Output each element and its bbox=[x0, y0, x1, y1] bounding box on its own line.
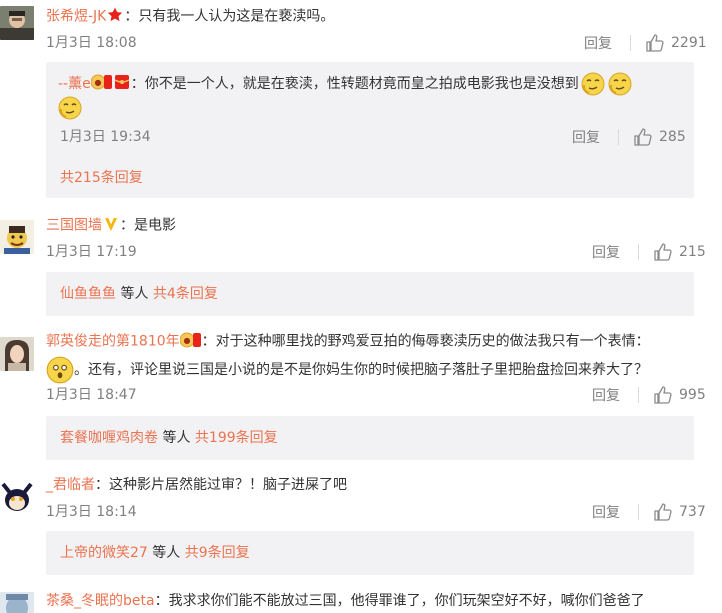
reply-summary-box: 仙鱼鱼鱼 等人 共4条回复 bbox=[46, 272, 694, 316]
etc-label: 等人 bbox=[152, 545, 181, 561]
total-replies-link[interactable]: 共9条回复 bbox=[185, 545, 250, 561]
avatar[interactable] bbox=[0, 480, 34, 514]
comment-body: ：对于这种哪里找的野鸡爱豆拍的侮辱亵渎历史的做法我只有一个表情： bbox=[201, 333, 650, 350]
comment-time: 1月3日 18:47 bbox=[46, 387, 137, 403]
comment-text: 茶桑_冬眠的beta：我求求你们能不能放过三国，他得罪谁了，你们玩架空好不好，喊… bbox=[46, 591, 645, 611]
svg-text:●: ● bbox=[94, 78, 101, 87]
like-button[interactable]: 285 bbox=[633, 127, 686, 147]
reply-button[interactable]: 回复 bbox=[592, 242, 620, 262]
reply-button[interactable]: 回复 bbox=[572, 127, 600, 147]
thumb-up-icon bbox=[653, 242, 673, 262]
username-link[interactable]: 茶桑_冬眠的beta bbox=[46, 593, 155, 609]
avatar[interactable] bbox=[0, 220, 34, 254]
red-packet-icon bbox=[113, 73, 131, 95]
reply-summary: 上帝的微笑27 等人 共9条回复 bbox=[60, 543, 250, 563]
comment-body: ：只有我一人认为这是在亵渎吗。 bbox=[124, 8, 335, 25]
comment-time: 1月3日 17:19 bbox=[46, 244, 137, 260]
thumb-up-icon bbox=[653, 502, 673, 522]
username-link[interactable]: 张希煜-JK bbox=[46, 9, 106, 25]
total-replies-link[interactable]: 共4条回复 bbox=[153, 286, 218, 302]
username-link[interactable]: 三国图墙 bbox=[46, 218, 102, 234]
sub-reply-time: 1月3日 19:34 bbox=[60, 129, 151, 145]
like-count: 737 bbox=[679, 504, 706, 520]
comment-actions: 回复 2291 bbox=[584, 33, 707, 53]
comment-text: 三国图墙 ：是电影 bbox=[46, 215, 176, 236]
reply-button[interactable]: 回复 bbox=[592, 502, 620, 522]
comment-text-line2: 。还有，评论里说三国是小说的是不是你妈生你的时候把脑子落肚子里把胎盘捡回来养大了… bbox=[46, 356, 648, 384]
comment-body: ：是电影 bbox=[120, 217, 176, 234]
comment-time: 1月3日 18:08 bbox=[46, 35, 137, 51]
reply-button[interactable]: 回复 bbox=[584, 33, 612, 53]
smirk-emoji-icon bbox=[581, 72, 605, 96]
etc-label: 等人 bbox=[120, 286, 149, 302]
like-count: 215 bbox=[679, 244, 706, 260]
username-link[interactable]: 郭英俊走的第1810年 bbox=[46, 334, 180, 350]
comment-text: 郭英俊走的第1810年 ● ：对于这种哪里找的野鸡爱豆拍的侮辱亵渎历史的做法我只有一… bbox=[46, 331, 650, 352]
total-replies-link[interactable]: 共215条回复 bbox=[60, 168, 143, 188]
like-count: 285 bbox=[659, 129, 686, 145]
sub-reply-body: ：你不是一个人，就是在亵渎，性转题材竟而皇之拍成电影我也是没想到 bbox=[130, 76, 579, 92]
like-button[interactable]: 737 bbox=[653, 502, 706, 522]
comment-body: 。还有，评论里说三国是小说的是不是你妈生你的时候把脑子落肚子里把胎盘捡回来养大了… bbox=[74, 362, 648, 378]
svg-text:●: ● bbox=[183, 336, 190, 345]
shocked-emoji-icon bbox=[46, 356, 74, 384]
reply-button[interactable]: 回复 bbox=[592, 385, 620, 405]
like-count: 995 bbox=[679, 387, 706, 403]
etc-label: 等人 bbox=[162, 430, 191, 446]
comment-body: ：这种影片居然能过审？！脑子进屎了吧 bbox=[95, 477, 347, 493]
smirk-emoji-icon bbox=[58, 96, 82, 120]
sub-reply-actions: 回复 285 bbox=[572, 127, 686, 147]
reply-summary-box: 套餐咖喱鸡肉卷 等人 共199条回复 bbox=[46, 416, 694, 460]
comment-text: _君临者：这种影片居然能过审？！脑子进屎了吧 bbox=[46, 475, 347, 495]
like-button[interactable]: 215 bbox=[653, 242, 706, 262]
comment-actions: 回复 737 bbox=[592, 502, 706, 522]
comment-time: 1月3日 18:14 bbox=[46, 504, 137, 520]
like-button[interactable]: 995 bbox=[653, 385, 706, 405]
comment-text: 张希煜-JK ：只有我一人认为这是在亵渎吗。 bbox=[46, 6, 334, 27]
sub-reply-text: --薰e ● ：你不是一个人，就是在亵渎，性转题材竟而皇之拍成电影我也是没想到 bbox=[58, 72, 632, 96]
thumb-up-icon bbox=[633, 127, 653, 147]
divider bbox=[638, 244, 639, 260]
total-replies-link[interactable]: 共199条回复 bbox=[195, 430, 278, 446]
divider bbox=[618, 129, 619, 145]
reply-box: --薰e ● ：你不是一个人，就是在亵渎，性转题材竟而皇之拍成电影我也是没想到 1月… bbox=[46, 62, 694, 198]
reply-summary: 仙鱼鱼鱼 等人 共4条回复 bbox=[60, 284, 218, 304]
like-count: 2291 bbox=[671, 35, 707, 51]
fan-badge-icon: ● bbox=[90, 73, 113, 95]
divider bbox=[638, 387, 639, 403]
fan-badge-icon: ● bbox=[179, 331, 202, 352]
comment-actions: 回复 215 bbox=[592, 242, 706, 262]
username-link[interactable]: _君临者 bbox=[46, 477, 95, 493]
avatar[interactable] bbox=[0, 6, 34, 40]
username-link[interactable]: --薰e bbox=[58, 76, 91, 92]
username-link[interactable]: 仙鱼鱼鱼 bbox=[60, 286, 116, 302]
username-link[interactable]: 上帝的微笑27 bbox=[60, 545, 148, 561]
divider bbox=[630, 35, 631, 51]
username-link[interactable]: 套餐咖喱鸡肉卷 bbox=[60, 430, 158, 446]
divider bbox=[638, 504, 639, 520]
thumb-up-icon bbox=[653, 385, 673, 405]
avatar[interactable] bbox=[0, 337, 34, 371]
verified-v-icon bbox=[102, 215, 120, 236]
reply-summary-box: 上帝的微笑27 等人 共9条回复 bbox=[46, 531, 694, 575]
comment-body: ：我求求你们能不能放过三国，他得罪谁了，你们玩架空好不好，喊你们爸爸了 bbox=[154, 593, 645, 609]
avatar[interactable] bbox=[0, 592, 34, 613]
comment-actions: 回复 995 bbox=[592, 385, 706, 405]
like-button[interactable]: 2291 bbox=[645, 33, 707, 53]
smirk-emoji-icon bbox=[608, 72, 632, 96]
thumb-up-icon bbox=[645, 33, 665, 53]
reply-summary: 套餐咖喱鸡肉卷 等人 共199条回复 bbox=[60, 428, 278, 448]
vip-star-icon bbox=[106, 6, 124, 27]
